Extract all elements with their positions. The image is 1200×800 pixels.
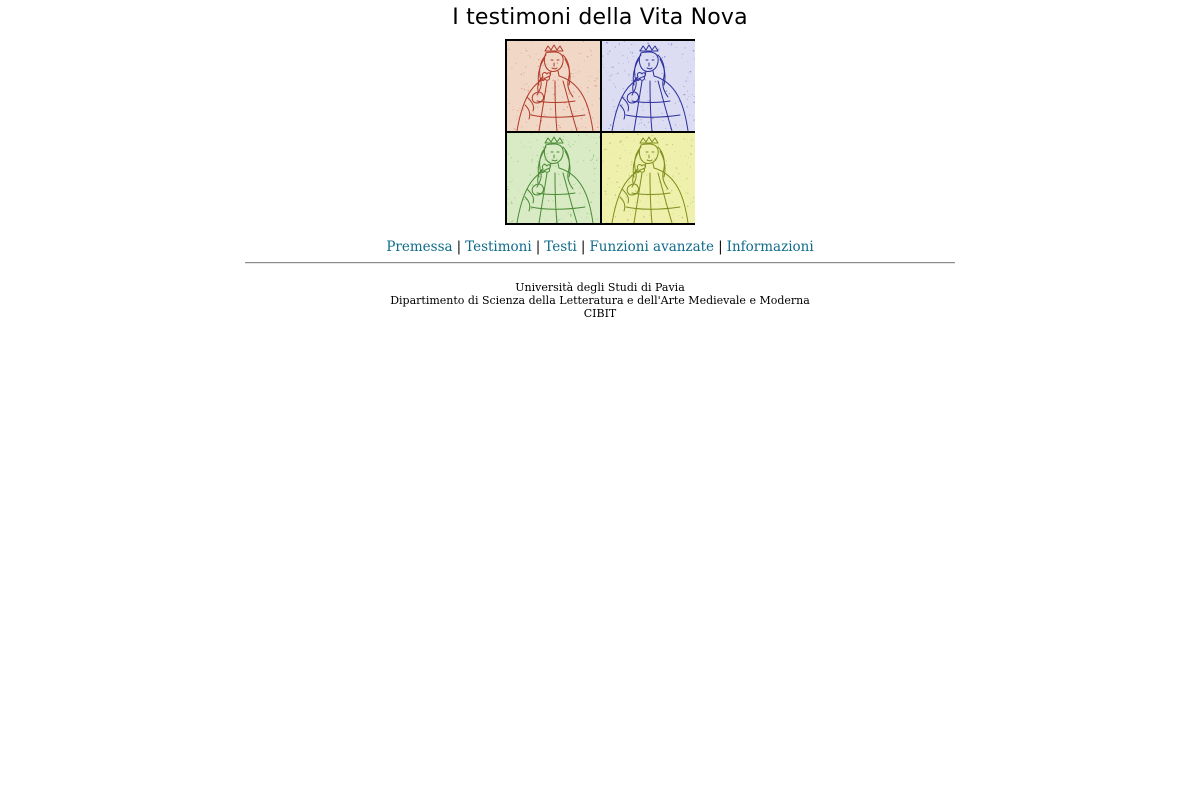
- illustration-yellow: [602, 133, 695, 223]
- nav-separator: |: [535, 239, 541, 255]
- footer-university: Università degli Studi di Pavia: [515, 281, 685, 294]
- nav-separator: |: [456, 239, 462, 255]
- footer: Università degli Studi di Pavia Dipartim…: [0, 281, 1200, 320]
- nav-separator: |: [580, 239, 586, 255]
- mosaic-tile-green: [507, 133, 600, 223]
- nav-link-funzioni-avanzate[interactable]: Funzioni avanzate: [589, 239, 714, 255]
- illustration-blue: [602, 41, 695, 131]
- mosaic-tile-yellow: [602, 133, 695, 223]
- mosaic-tile-blue: [602, 41, 695, 131]
- main-navigation: Premessa | Testimoni | Testi | Funzioni avanza…: [0, 238, 1200, 256]
- mosaic-tile-red: [507, 41, 600, 131]
- illustration-green: [507, 133, 600, 223]
- page-title: I testimoni della Vita Nova: [452, 5, 748, 30]
- footer-cibit: CIBIT: [583, 307, 617, 320]
- page: I testimoni della Vita Nova Premessa | Tes…: [0, 0, 1200, 800]
- nav-separator: |: [718, 239, 723, 255]
- nav-link-testi[interactable]: Testi: [544, 239, 577, 255]
- nav-link-informazioni[interactable]: Informazioni: [727, 239, 814, 255]
- nav-link-testimoni[interactable]: Testimoni: [465, 239, 532, 255]
- illustration-red: [507, 41, 600, 131]
- nav-link-premessa[interactable]: Premessa: [386, 239, 452, 255]
- title-image-mosaic: [505, 39, 695, 225]
- divider: [245, 262, 955, 264]
- footer-department: Dipartimento di Scienza della Letteratur…: [390, 294, 810, 307]
